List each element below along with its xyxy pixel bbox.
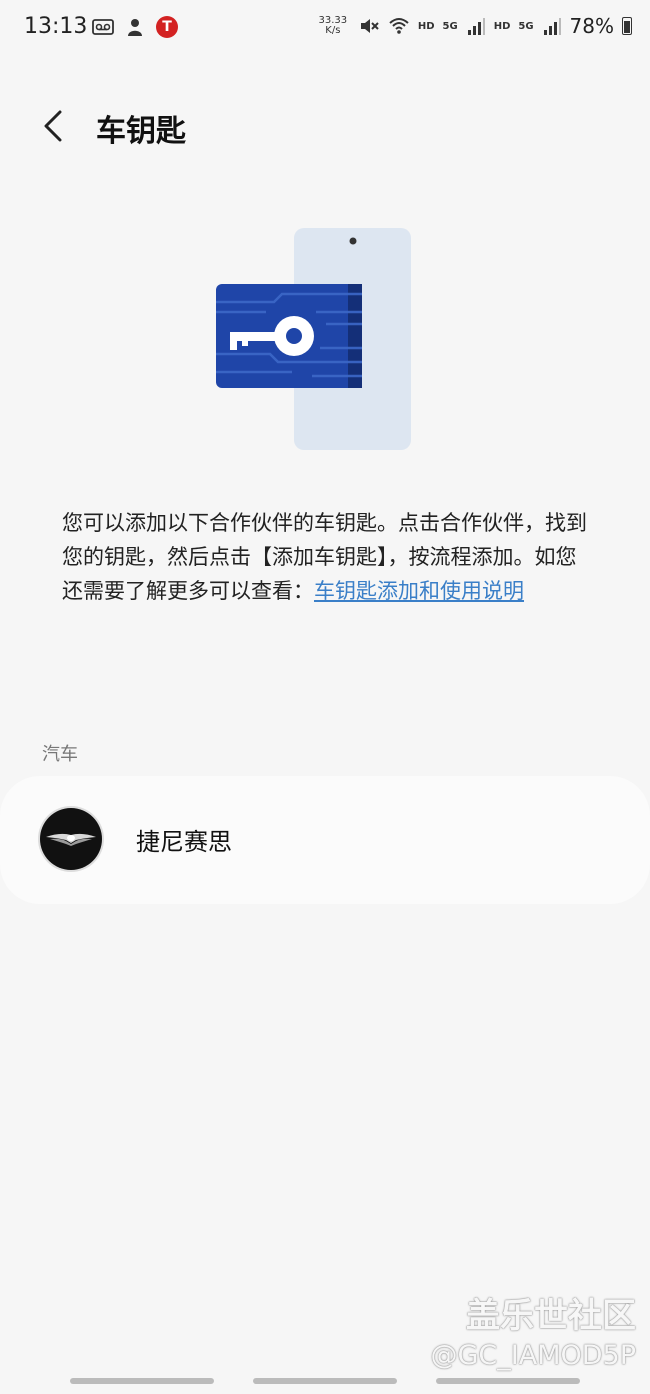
battery-icon	[622, 17, 632, 35]
nav-recents-handle[interactable]	[70, 1378, 214, 1384]
genesis-logo-icon	[40, 808, 102, 870]
signal-icon	[467, 18, 485, 35]
watermark-title: 盖乐世社区	[466, 1296, 636, 1336]
status-bar: 13:13 T 33.33 K/s HD 5G HD 5G 78%	[0, 0, 650, 56]
battery-percent: 78%	[569, 14, 614, 38]
back-button[interactable]	[34, 104, 74, 148]
network-speed-unit: K/s	[325, 25, 341, 36]
mascot-icon	[128, 19, 142, 36]
description-text: 您可以添加以下合作伙伴的车钥匙。点击合作伙伴，找到您的钥匙，然后点击【添加车钥匙…	[62, 506, 592, 608]
partner-item-genesis[interactable]: 捷尼赛思	[0, 776, 650, 904]
hd-label: HD	[417, 20, 435, 32]
mute-icon	[360, 19, 379, 33]
signal-icon	[543, 18, 561, 35]
app-header: 车钥匙	[0, 96, 650, 156]
network-type-label: 5G	[442, 20, 458, 32]
notification-icons: T	[92, 16, 178, 38]
genesis-wings-icon	[46, 833, 96, 846]
car-key-illustration	[216, 228, 411, 450]
status-time: 13:13	[24, 14, 88, 39]
partner-name: 捷尼赛思	[136, 828, 232, 856]
network-speed: 33.33 K/s	[316, 16, 350, 36]
nav-home-handle[interactable]	[253, 1378, 397, 1384]
page-title: 车钥匙	[96, 114, 186, 149]
help-link[interactable]: 车钥匙添加和使用说明	[314, 579, 524, 603]
watermark-handle: @GC_IAMOD5P	[430, 1340, 636, 1371]
nav-back-handle[interactable]	[436, 1378, 580, 1384]
section-label: 汽车	[42, 744, 78, 765]
network-type-label: 5G	[518, 20, 534, 32]
key-card-icon	[216, 284, 362, 388]
tesla-icon: T	[156, 16, 178, 38]
wifi-icon	[389, 18, 409, 34]
navigation-bar	[0, 1370, 650, 1394]
system-status: 33.33 K/s HD 5G HD 5G 78%	[316, 14, 632, 38]
voicemail-icon	[92, 19, 114, 35]
hd-label: HD	[493, 20, 511, 32]
